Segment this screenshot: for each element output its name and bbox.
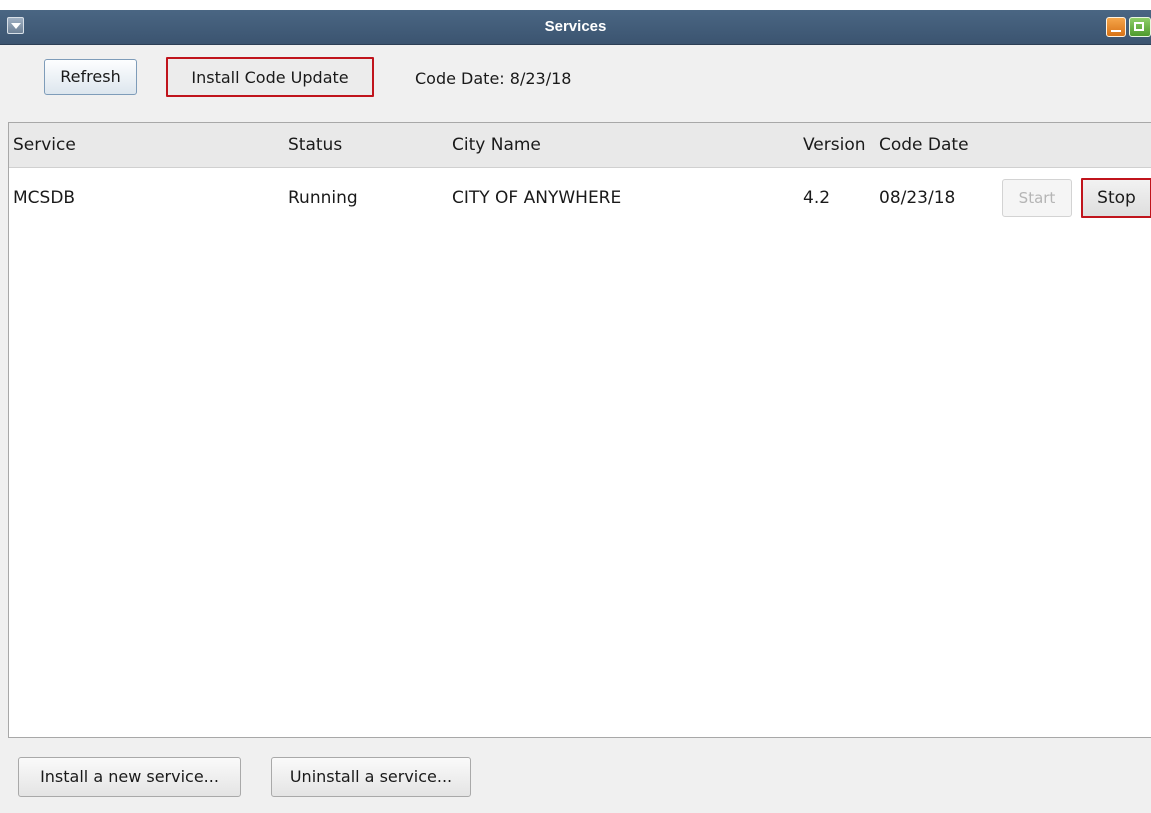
stop-button[interactable]: Stop <box>1081 178 1151 218</box>
row-code-date: 08/23/18 <box>879 188 956 208</box>
start-button[interactable]: Start <box>1002 179 1072 217</box>
row-version: 4.2 <box>803 188 831 208</box>
minimize-icon[interactable] <box>1106 17 1126 37</box>
window-title: Services <box>544 18 607 35</box>
column-header-version[interactable]: Version <box>803 123 866 167</box>
uninstall-service-button[interactable]: Uninstall a service... <box>271 757 471 797</box>
maximize-icon[interactable] <box>1129 17 1151 37</box>
title-bar: Services <box>0 10 1151 45</box>
row-city-name: CITY OF ANYWHERE <box>452 188 622 208</box>
install-new-service-button[interactable]: Install a new service... <box>18 757 241 797</box>
services-table: Service Status City Name Version Code Da… <box>8 122 1151 738</box>
install-code-update-button[interactable]: Install Code Update <box>166 57 374 97</box>
table-header: Service Status City Name Version Code Da… <box>9 123 1151 168</box>
refresh-button[interactable]: Refresh <box>44 59 137 95</box>
row-status: Running <box>288 188 358 208</box>
code-date-label: Code Date: 8/23/18 <box>415 69 572 88</box>
row-service: MCSDB <box>13 188 76 208</box>
column-header-code-date[interactable]: Code Date <box>879 123 969 167</box>
column-header-city-name[interactable]: City Name <box>452 123 541 167</box>
column-header-service[interactable]: Service <box>13 123 76 167</box>
column-header-status[interactable]: Status <box>288 123 342 167</box>
